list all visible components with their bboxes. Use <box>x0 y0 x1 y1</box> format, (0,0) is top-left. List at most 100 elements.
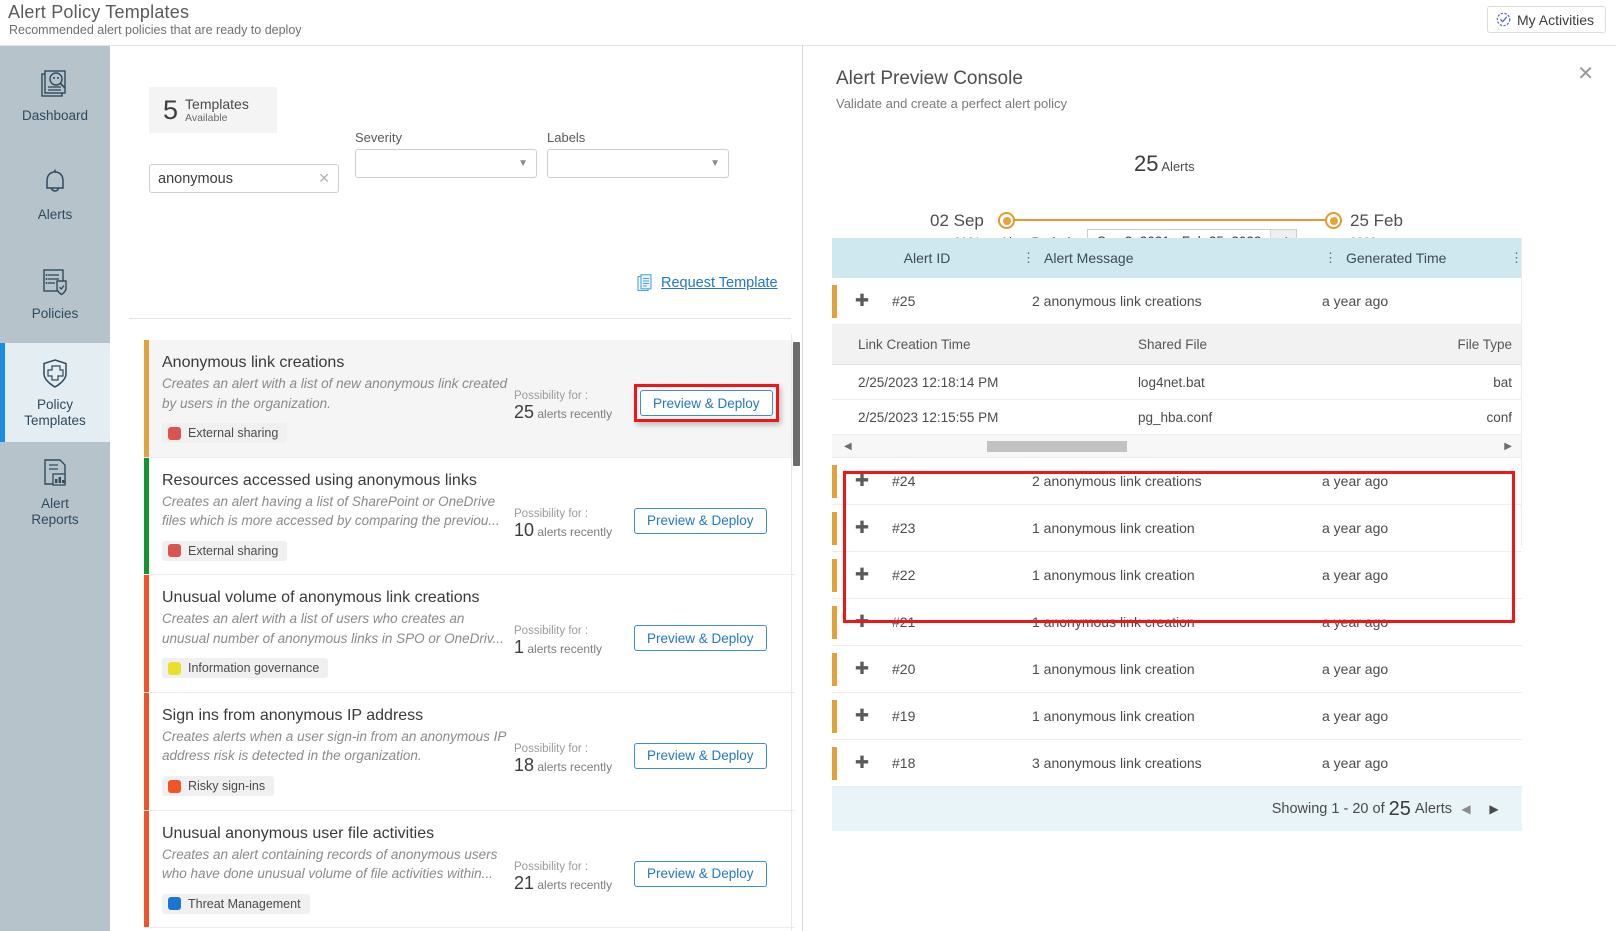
severity-indicator <box>832 606 837 639</box>
detail-hscrollbar[interactable]: ◀▶ <box>832 435 1522 458</box>
my-activities-button[interactable]: My Activities <box>1487 6 1606 33</box>
plus-icon[interactable]: ✚ <box>832 565 892 585</box>
plus-icon[interactable]: ✚ <box>832 471 892 491</box>
tag-color-swatch <box>168 662 181 675</box>
template-card[interactable]: Anonymous link creationsCreates an alert… <box>144 340 795 458</box>
chevron-left-icon[interactable]: ◀ <box>844 441 852 452</box>
severity-stripe <box>144 811 149 928</box>
table-row[interactable]: ✚#252 anonymous link creationsa year ago <box>832 278 1522 325</box>
table-row[interactable]: ✚#211 anonymous link creationa year ago <box>832 599 1522 646</box>
detail-row: 2/25/2023 12:18:14 PMlog4net.batbat <box>832 365 1522 400</box>
sidebar-item-policies[interactable]: Policies <box>0 244 110 343</box>
table-row[interactable]: ✚#191 anonymous link creationa year ago <box>832 693 1522 740</box>
search-field-group: anonymous ✕ <box>149 164 339 193</box>
preview-deploy-button[interactable]: Preview & Deploy <box>634 743 767 769</box>
possibility-label: Possibility for : <box>514 861 634 873</box>
labels-select[interactable]: ▼ <box>547 149 729 178</box>
preview-deploy-button[interactable]: Preview & Deploy <box>640 390 773 416</box>
preview-deploy-button[interactable]: Preview & Deploy <box>634 508 767 534</box>
table-row[interactable]: ✚#201 anonymous link creationa year ago <box>832 646 1522 693</box>
severity-indicator <box>832 465 837 498</box>
dashboard-icon <box>38 68 72 102</box>
timeline-alert-count: 25 Alerts <box>1134 151 1195 177</box>
table-row[interactable]: ✚#183 anonymous link creationsa year ago <box>832 740 1522 787</box>
column-header-alert-id: Alert ID <box>832 250 1022 266</box>
template-card[interactable]: Unusual volume of anonymous link creatio… <box>144 575 795 693</box>
cell-alert-id: #24 <box>892 473 1022 489</box>
request-template-label: Request Template <box>661 275 778 291</box>
sidebar-item-alert-reports[interactable]: Alert Reports <box>0 442 110 541</box>
template-tag-label: Risky sign-ins <box>188 779 265 793</box>
template-description: Creates an alert with a list of new anon… <box>162 374 514 413</box>
chevron-right-icon[interactable]: ▶ <box>1504 441 1512 452</box>
cell-alert-id: #18 <box>892 755 1022 771</box>
cell-generated-time: a year ago <box>1312 520 1482 536</box>
table-scrollbar-track[interactable] <box>1521 238 1531 546</box>
table-row[interactable]: ✚#242 anonymous link creationsa year ago <box>832 458 1522 505</box>
plus-icon[interactable]: ✚ <box>832 291 892 311</box>
panel-divider <box>129 318 791 319</box>
cell-alert-id: #22 <box>892 567 1022 583</box>
chevron-left-icon[interactable]: ◀ <box>1452 802 1480 816</box>
templates-badge-line1: Templates <box>185 96 249 112</box>
possibility-value: 10 alerts recently <box>514 520 634 541</box>
plus-icon[interactable]: ✚ <box>832 612 892 632</box>
detail-hscrollbar-thumb[interactable] <box>987 441 1127 452</box>
close-icon[interactable]: ✕ <box>1577 64 1594 84</box>
left-panel-scrollbar-track[interactable] <box>791 334 800 931</box>
severity-indicator <box>832 747 837 780</box>
template-card[interactable]: Sign ins from anonymous IP addressCreate… <box>144 693 795 811</box>
severity-select[interactable]: ▼ <box>355 149 537 178</box>
preview-deploy-button[interactable]: Preview & Deploy <box>634 861 767 887</box>
request-template-link[interactable]: Request Template <box>637 274 778 292</box>
detail-cell-time: 2/25/2023 12:15:55 PM <box>832 410 1120 425</box>
sidebar-item-policy-templates[interactable]: Policy Templates <box>0 343 110 442</box>
showing-suffix: Alerts <box>1415 801 1452 817</box>
template-tag: External sharing <box>162 541 287 561</box>
template-possibility: Possibility for :18 alerts recently <box>514 707 634 776</box>
detail-column-shared-file: Shared File <box>1120 337 1408 352</box>
alerts-table: Alert ID ⋮ Alert Message ⋮ Generated Tim… <box>832 238 1522 831</box>
plus-icon[interactable]: ✚ <box>832 706 892 726</box>
plus-icon[interactable]: ✚ <box>832 659 892 679</box>
column-header-alert-message: Alert Message <box>1034 250 1324 266</box>
timeline-end-marker[interactable] <box>1325 212 1342 229</box>
table-row[interactable]: ✚#221 anonymous link creationa year ago <box>832 552 1522 599</box>
template-possibility: Possibility for :10 alerts recently <box>514 472 634 541</box>
template-tag: External sharing <box>162 423 287 443</box>
left-panel-scrollbar-thumb[interactable] <box>793 342 800 466</box>
kebab-menu-icon[interactable]: ⋮ <box>1324 250 1336 266</box>
severity-indicator <box>832 285 837 318</box>
table-row[interactable]: ✚#231 anonymous link creationa year ago <box>832 505 1522 552</box>
cell-alert-message: 1 anonymous link creation <box>1022 567 1312 583</box>
console-title: Alert Preview Console <box>836 68 1023 90</box>
severity-indicator <box>832 700 837 733</box>
preview-deploy-button[interactable]: Preview & Deploy <box>634 625 767 651</box>
alerts-table-header: Alert ID ⋮ Alert Message ⋮ Generated Tim… <box>832 238 1522 278</box>
severity-indicator <box>832 559 837 592</box>
template-card[interactable]: Unusual anonymous user file activitiesCr… <box>144 811 795 929</box>
timeline-start-marker[interactable] <box>998 212 1015 229</box>
detail-cell-file: pg_hba.conf <box>1120 410 1408 425</box>
plus-icon[interactable]: ✚ <box>832 518 892 538</box>
report-chart-icon <box>38 456 72 490</box>
search-input[interactable]: anonymous ✕ <box>149 164 339 193</box>
clear-search-icon[interactable]: ✕ <box>318 170 330 187</box>
detail-column-link-creation-time: Link Creation Time <box>832 337 1120 352</box>
cell-generated-time: a year ago <box>1312 661 1482 677</box>
document-icon <box>637 274 654 292</box>
template-card-list: Anonymous link creationsCreates an alert… <box>144 340 795 928</box>
cell-alert-id: #23 <box>892 520 1022 536</box>
template-possibility: Possibility for :21 alerts recently <box>514 825 634 894</box>
template-tag-label: External sharing <box>188 544 278 558</box>
sidebar-item-alerts[interactable]: Alerts <box>0 145 110 244</box>
sidebar-item-dashboard[interactable]: Dashboard <box>0 46 110 145</box>
templates-available-badge: 5 Templates Available <box>149 87 277 133</box>
chevron-right-icon[interactable]: ▶ <box>1480 802 1508 816</box>
template-card[interactable]: Resources accessed using anonymous links… <box>144 458 795 576</box>
plus-icon[interactable]: ✚ <box>832 753 892 773</box>
severity-stripe <box>144 340 149 457</box>
possibility-label: Possibility for : <box>514 743 634 755</box>
alerts-table-body: ✚#252 anonymous link creationsa year ago… <box>832 278 1522 787</box>
kebab-menu-icon[interactable]: ⋮ <box>1022 250 1034 266</box>
